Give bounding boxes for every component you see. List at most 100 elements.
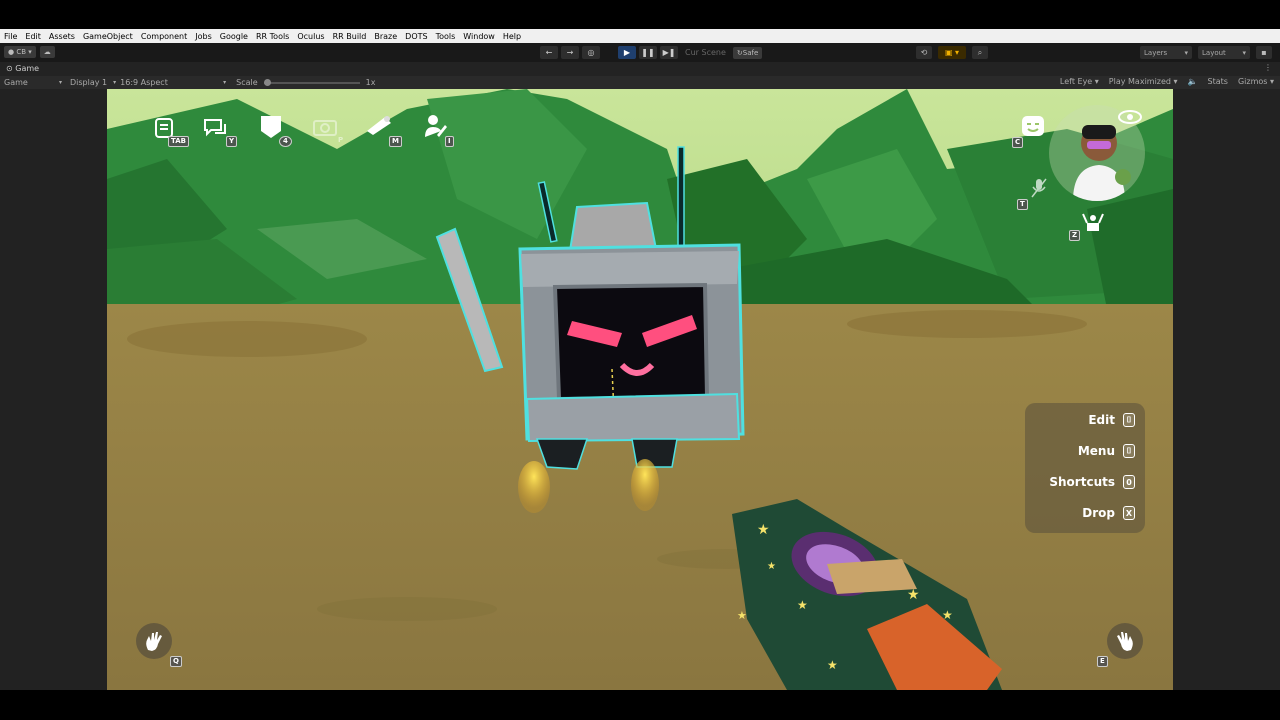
target-icon: ◎	[587, 48, 595, 57]
hint-key-mouse-icon: ⌷	[1123, 444, 1135, 458]
aspect-label: 16:9 Aspect	[120, 78, 168, 87]
menu-bar: File Edit Assets GameObject Component Jo…	[0, 29, 1280, 43]
undo-history-forward-button[interactable]: →	[561, 46, 579, 59]
account-button[interactable]: ● CB ▾	[4, 46, 36, 58]
game-tab-label: Game	[15, 64, 40, 73]
controls-hint-panel: Edit ⌷ Menu ⌷ Shortcuts 0 Drop X	[1025, 403, 1145, 533]
layout-dropdown[interactable]: Layout ▾	[1198, 46, 1250, 59]
step-button[interactable]: ▶❚	[660, 46, 678, 59]
menu-jobs[interactable]: Jobs	[195, 32, 212, 41]
hint-key: X	[1123, 506, 1135, 520]
aspect-dropdown[interactable]: 16:9 Aspect ▾	[120, 78, 226, 87]
mode-dropdown[interactable]: Game ▾	[4, 78, 62, 87]
letterbox-right	[1173, 89, 1280, 690]
right-hand-button[interactable]	[1107, 623, 1143, 659]
hint-row-menu[interactable]: Menu ⌷	[1078, 444, 1135, 458]
audio-toggle[interactable]: 🔈	[1188, 77, 1198, 86]
letterbox-left	[0, 89, 107, 690]
camera-key: P	[338, 136, 344, 144]
search-icon: ⌕	[977, 47, 983, 57]
recenter-button[interactable]: ◎	[582, 46, 600, 59]
chevron-down-icon: ▾	[26, 48, 32, 56]
menu-oculus[interactable]: Oculus	[297, 32, 324, 41]
history-icon: ⟲	[920, 48, 928, 57]
menu-tools[interactable]: Tools	[436, 32, 456, 41]
play-button[interactable]: ▶	[618, 46, 636, 59]
game-viewport[interactable]: ★ ★ ★ ★ ★ ★ ★ TAB Y 4 P M I C T Z Edit ⌷…	[107, 89, 1173, 690]
play-mode-label: Play Maximized	[1108, 77, 1171, 86]
svg-text:★: ★	[757, 522, 770, 538]
hint-row-drop[interactable]: Drop X	[1082, 506, 1135, 520]
eye-visibility-icon[interactable]	[1117, 109, 1143, 129]
cloud-icon: ☁	[43, 48, 51, 56]
hint-key: 0	[1123, 475, 1135, 489]
arrow-right-icon: →	[566, 48, 574, 57]
app-frame: File Edit Assets GameObject Component Jo…	[0, 0, 1280, 720]
menu-gameobject[interactable]: GameObject	[83, 32, 133, 41]
scale-label: Scale	[236, 78, 258, 87]
cur-scene-label[interactable]: Cur Scene	[681, 48, 730, 57]
tab-options-icon[interactable]: ⋮	[1264, 63, 1272, 72]
hand-icon	[146, 632, 162, 651]
emote-icon[interactable]	[1021, 115, 1045, 141]
scale-value: 1x	[365, 78, 376, 87]
warning-button[interactable]: ▣ ▾	[938, 46, 966, 59]
menu-window[interactable]: Window	[463, 32, 495, 41]
safe-label: Safe	[742, 48, 759, 57]
search-button[interactable]: ⌕	[972, 46, 988, 59]
scale-slider-knob[interactable]	[263, 78, 271, 86]
menu-assets[interactable]: Assets	[49, 32, 75, 41]
left-hand-button[interactable]	[136, 623, 172, 659]
hint-row-shortcuts[interactable]: Shortcuts 0	[1049, 475, 1135, 489]
svg-text:★: ★	[827, 658, 838, 672]
menu-rr-tools[interactable]: RR Tools	[256, 32, 289, 41]
menu-component[interactable]: Component	[141, 32, 187, 41]
watch-key: TAB	[168, 136, 189, 147]
collab-button[interactable]: ▪	[1256, 46, 1272, 59]
menu-braze[interactable]: Braze	[374, 32, 397, 41]
chevron-down-icon: ▾	[1184, 48, 1188, 57]
chevron-down-icon: ▾	[223, 79, 227, 86]
pause-icon: ❚❚	[641, 48, 655, 57]
display-dropdown[interactable]: Display 1 ▾	[70, 78, 116, 87]
speaker-icon: 🔈	[1187, 77, 1198, 86]
menu-file[interactable]: File	[4, 32, 17, 41]
mic-muted-icon[interactable]	[1031, 177, 1047, 203]
cloud-button[interactable]: ☁	[39, 46, 55, 58]
scale-slider[interactable]	[263, 78, 360, 86]
chevron-down-icon: ▾	[1173, 77, 1178, 86]
letterbox-top	[0, 0, 1280, 29]
game-tab[interactable]: ⊙ Game	[6, 64, 39, 73]
layers-dropdown[interactable]: Layers ▾	[1140, 46, 1192, 59]
chevron-down-icon: ▾	[1094, 77, 1099, 86]
menu-rr-build[interactable]: RR Build	[333, 32, 367, 41]
left-hand-key: Q	[170, 656, 182, 667]
menu-help[interactable]: Help	[503, 32, 521, 41]
display-label: Display 1	[70, 78, 108, 87]
profile-icon[interactable]	[423, 113, 447, 143]
stats-toggle[interactable]: Stats	[1208, 77, 1228, 86]
menu-edit[interactable]: Edit	[25, 32, 41, 41]
safe-button[interactable]: ↻ Safe	[732, 46, 763, 59]
cheer-icon[interactable]	[1081, 211, 1105, 237]
chevron-down-icon: ▾	[1269, 77, 1274, 86]
history-button[interactable]: ⟲	[916, 46, 932, 59]
mode-label: Game	[4, 78, 28, 87]
maker-key: M	[389, 136, 402, 147]
cheer-key: Z	[1069, 230, 1081, 241]
hint-label: Shortcuts	[1049, 475, 1115, 489]
play-icon: ▶	[623, 48, 631, 57]
undo-history-back-button[interactable]: ←	[540, 46, 558, 59]
play-mode-dropdown[interactable]: Play Maximized ▾	[1109, 77, 1178, 86]
menu-google[interactable]: Google	[220, 32, 248, 41]
pause-button[interactable]: ❚❚	[639, 46, 657, 59]
eye-dropdown[interactable]: Left Eye ▾	[1060, 77, 1099, 86]
gizmos-dropdown[interactable]: Gizmos ▾	[1238, 77, 1274, 86]
hint-label: Menu	[1077, 444, 1115, 458]
letterbox-bottom	[0, 690, 1280, 720]
camera-icon[interactable]	[312, 117, 338, 141]
chevron-down-icon: ▾	[113, 79, 117, 86]
hint-row-edit[interactable]: Edit ⌷	[1088, 413, 1135, 427]
right-hand-key: E	[1097, 656, 1108, 667]
menu-dots[interactable]: DOTS	[405, 32, 427, 41]
